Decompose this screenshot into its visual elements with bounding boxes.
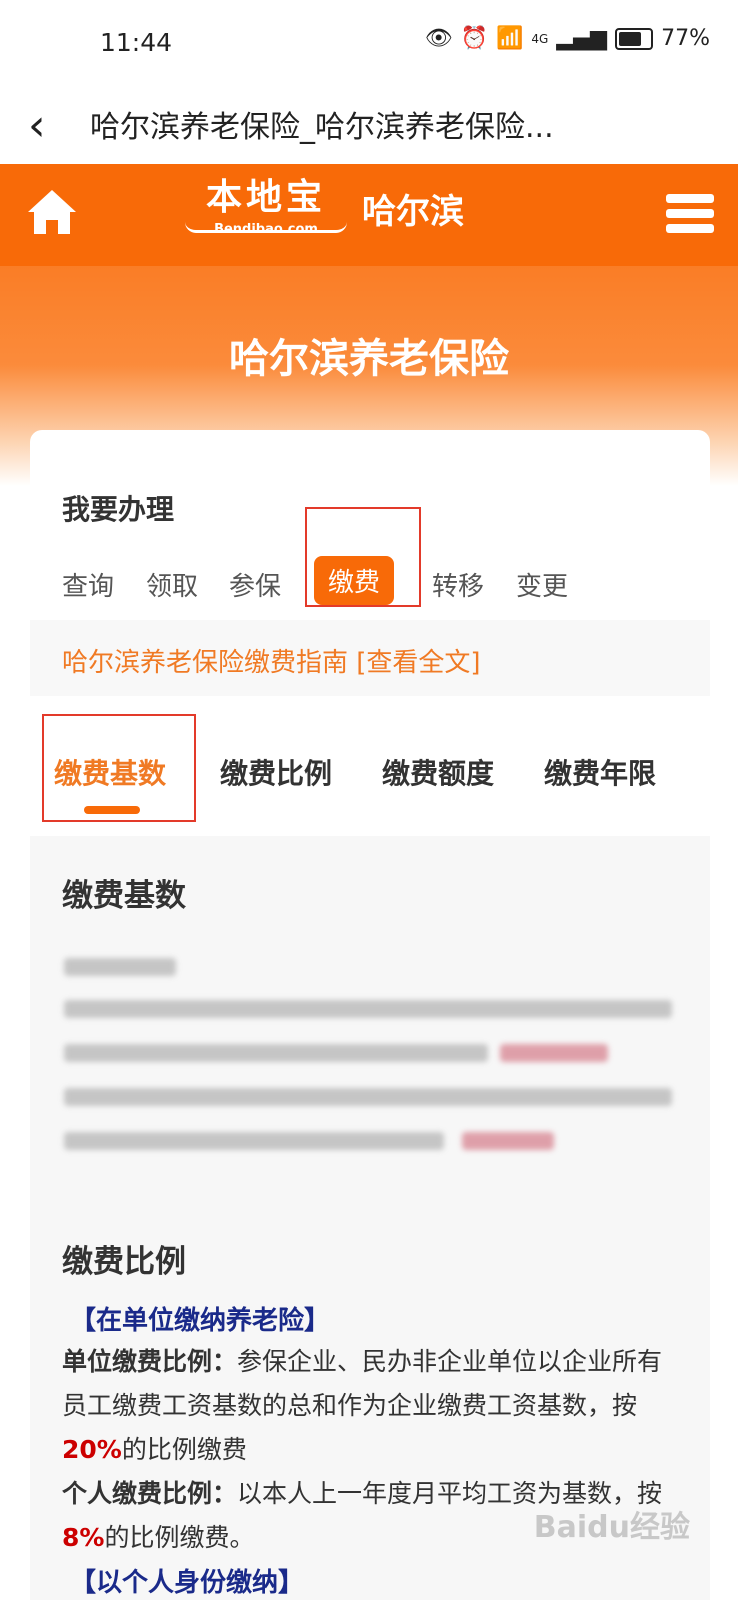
guide-link[interactable]: 哈尔滨养老保险缴费指南 [查看全文] [62, 642, 481, 679]
section-heading: 我要办理 [62, 493, 175, 526]
blurred-text [64, 958, 176, 976]
back-icon[interactable]: ‹ [28, 100, 46, 151]
site-header: 本地宝 Bendibao.com 哈尔滨 [0, 164, 738, 266]
action-transfer[interactable]: 转移 [432, 566, 484, 603]
personal-rate: 8% [62, 1523, 105, 1552]
city-name: 哈尔滨 [362, 192, 464, 232]
signal-icon: ▂▄▆ [556, 26, 608, 51]
alarm-icon: ⏰ [460, 26, 488, 51]
personal-ratio-text-b: 的比例缴费。 [104, 1523, 255, 1552]
blurred-text [64, 1000, 672, 1018]
action-enroll[interactable]: 参保 [229, 566, 281, 603]
site-logo[interactable]: 本地宝 Bendibao.com [185, 176, 347, 246]
blurred-text [500, 1044, 608, 1062]
title-bar: ‹ 哈尔滨养老保险_哈尔滨养老保险... [0, 90, 738, 164]
unit-ratio-text-b: 的比例缴费 [121, 1435, 247, 1464]
blurred-text [64, 1044, 488, 1062]
wifi-icon: 📶 [495, 26, 524, 51]
tab-years[interactable]: 缴费年限 [544, 752, 656, 792]
tab-ratio[interactable]: 缴费比例 [220, 752, 332, 792]
action-receive[interactable]: 领取 [146, 566, 198, 603]
blurred-text [462, 1132, 554, 1150]
logo-swoosh [185, 222, 347, 233]
blurred-text [64, 1088, 672, 1106]
action-query[interactable]: 查询 [62, 566, 114, 603]
status-icons: 👁 ⏰ 📶 4G ▂▄▆ 77% [425, 26, 710, 51]
personal-ratio-label: 个人缴费比例： [62, 1479, 238, 1508]
action-change[interactable]: 变更 [516, 566, 568, 603]
base-title: 缴费基数 [62, 878, 186, 914]
annotation-box-tab [42, 714, 196, 822]
battery-icon [615, 27, 654, 50]
banner-title: 哈尔滨养老保险 [229, 336, 509, 382]
ratio-title: 缴费比例 [62, 1244, 186, 1280]
unit-rate: 20% [62, 1435, 122, 1464]
battery-percent: 77% [661, 26, 710, 51]
guide-link-bar[interactable]: 哈尔滨养老保险缴费指南 [查看全文] [30, 620, 710, 696]
annotation-box-pay [305, 507, 421, 607]
home-icon[interactable] [24, 184, 80, 240]
unit-ratio-label: 单位缴费比例： [62, 1347, 238, 1376]
baidu-watermark: Baidu经验 [533, 1510, 690, 1545]
individual-tag: 【以个人身份缴纳】 [70, 1568, 305, 1598]
network-label: 4G [531, 31, 549, 46]
status-time: 11:44 [100, 28, 173, 57]
logo-text-cn: 本地宝 [205, 176, 326, 218]
eye-icon: 👁 [424, 26, 453, 51]
tab-amount[interactable]: 缴费额度 [382, 752, 494, 792]
employer-tag: 【在单位缴纳养老险】 [70, 1306, 331, 1336]
page-title: 哈尔滨养老保险_哈尔滨养老保险... [90, 110, 554, 145]
blurred-text [64, 1132, 444, 1150]
menu-icon[interactable] [666, 194, 714, 234]
unit-ratio-paragraph: 单位缴费比例：参保企业、民办非企业单位以企业所有员工缴费工资基数的总和作为企业缴… [62, 1340, 672, 1472]
status-bar: 11:44 👁 ⏰ 📶 4G ▂▄▆ 77% [0, 0, 738, 90]
